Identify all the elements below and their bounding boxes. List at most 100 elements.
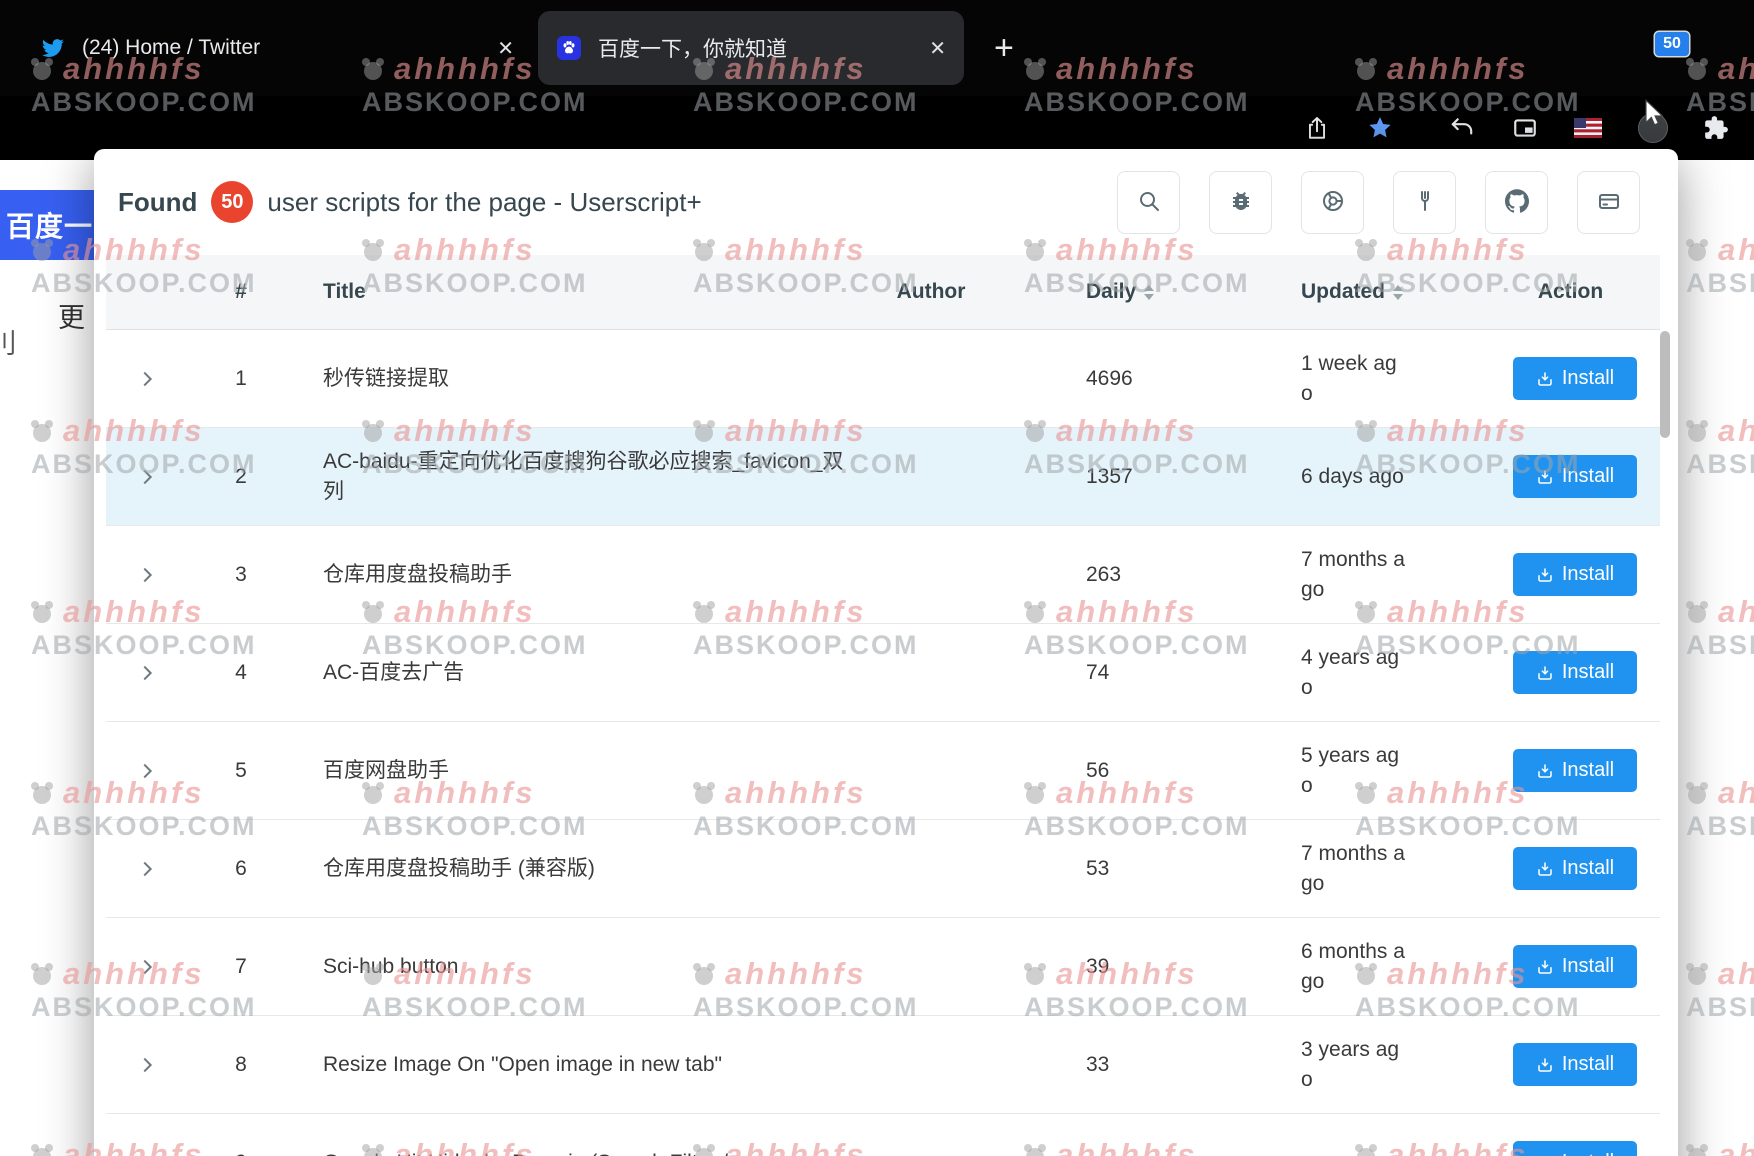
userscript-plus-popup: Found 50 user scripts for the page - Use…: [94, 149, 1678, 1156]
header-daily-sort[interactable]: Daily: [1001, 280, 1236, 304]
expand-chevron-icon[interactable]: [136, 662, 158, 684]
expand-chevron-icon[interactable]: [136, 368, 158, 390]
script-title[interactable]: 仓库用度盘投稿助手: [291, 560, 861, 590]
install-icon: [1536, 664, 1554, 682]
script-title[interactable]: Sci-hub button: [291, 952, 861, 982]
install-button[interactable]: Install: [1513, 455, 1637, 498]
bug-report-button[interactable]: [1209, 171, 1272, 234]
header-action: Action: [1481, 280, 1660, 304]
table-header-row: # Title Author Daily Updated Action: [106, 255, 1660, 330]
row-index: 6: [191, 857, 291, 881]
install-button[interactable]: Install: [1513, 847, 1637, 890]
install-icon: [1536, 566, 1554, 584]
install-button[interactable]: Install: [1513, 651, 1637, 694]
popup-header: Found 50 user scripts for the page - Use…: [94, 149, 1678, 255]
greasyfork-button[interactable]: [1393, 171, 1456, 234]
popup-toolbar: [1117, 171, 1640, 234]
tab-close-icon[interactable]: ✕: [497, 36, 514, 61]
install-icon: [1536, 762, 1554, 780]
daily-installs: 263: [1001, 563, 1236, 587]
install-icon: [1536, 1056, 1554, 1074]
chrome-icon: [1321, 189, 1345, 216]
table-row: 1 秒传链接提取 4696 1 week ago Install: [106, 330, 1660, 428]
bug-icon: [1229, 189, 1253, 216]
install-icon: [1536, 958, 1554, 976]
baidu-icon: [556, 35, 582, 61]
us-flag-icon[interactable]: [1573, 113, 1603, 143]
daily-installs: 39: [1001, 955, 1236, 979]
popup-subtitle: user scripts for the page - Userscript+: [267, 187, 701, 218]
twitter-icon: [40, 35, 66, 61]
install-icon: [1536, 370, 1554, 388]
daily-installs: 53: [1001, 857, 1236, 881]
updated-time: 6 days ago: [1236, 462, 1481, 492]
updated-time: 6 months ago: [1236, 937, 1481, 997]
install-button[interactable]: Install: [1513, 553, 1637, 596]
card-icon: [1597, 189, 1621, 216]
script-title[interactable]: Google Hit Hider by Domain (Search Filte…: [291, 1148, 861, 1156]
daily-installs: 33: [1001, 1053, 1236, 1077]
browser-tab-twitter[interactable]: (24) Home / Twitter ✕: [22, 11, 532, 85]
script-title[interactable]: AC-百度去广告: [291, 658, 861, 688]
expand-chevron-icon[interactable]: [136, 956, 158, 978]
page-text-fragment-left: 刂: [0, 322, 17, 361]
github-button[interactable]: [1485, 171, 1548, 234]
install-button[interactable]: Install: [1513, 357, 1637, 400]
row-index: 1: [191, 367, 291, 391]
updated-time: 5 years ago: [1236, 741, 1481, 801]
script-title[interactable]: Resize Image On "Open image in new tab": [291, 1050, 861, 1080]
tab-title: (24) Home / Twitter: [82, 36, 485, 60]
script-title[interactable]: AC-baidu-重定向优化百度搜狗谷歌必应搜索_favicon_双列: [291, 447, 861, 507]
tab-title: 百度一下，你就知道: [598, 33, 917, 63]
search-icon: [1137, 189, 1161, 216]
script-title[interactable]: 秒传链接提取: [291, 364, 861, 394]
found-count-badge: 50: [211, 181, 253, 223]
daily-installs: 56: [1001, 759, 1236, 783]
expand-chevron-icon[interactable]: [136, 1054, 158, 1076]
updated-time: [1236, 1148, 1481, 1156]
bookmark-star-icon[interactable]: [1365, 113, 1395, 143]
row-index: 5: [191, 759, 291, 783]
table-row: 7 Sci-hub button 39 6 months ago Install: [106, 918, 1660, 1016]
picture-in-picture-icon[interactable]: [1510, 113, 1540, 143]
install-button[interactable]: Install: [1513, 749, 1637, 792]
expand-chevron-icon[interactable]: [136, 1152, 158, 1156]
script-title[interactable]: 仓库用度盘投稿助手 (兼容版): [291, 854, 861, 884]
expand-chevron-icon[interactable]: [136, 858, 158, 880]
row-index: 9: [191, 1151, 291, 1156]
browser-tab-baidu[interactable]: 百度一下，你就知道 ✕: [538, 11, 964, 85]
github-icon: [1505, 189, 1529, 216]
sort-icon: [1393, 285, 1403, 300]
extensions-puzzle-icon[interactable]: [1701, 113, 1731, 143]
updated-time: 4 years ago: [1236, 643, 1481, 703]
table-row: 6 仓库用度盘投稿助手 (兼容版) 53 7 months ago Instal…: [106, 820, 1660, 918]
card-button[interactable]: [1577, 171, 1640, 234]
browser-tab-bar: (24) Home / Twitter ✕ 百度一下，你就知道 ✕ +: [0, 0, 1754, 96]
page-text-fragment: 更: [58, 296, 85, 335]
tab-close-icon[interactable]: ✕: [929, 36, 946, 61]
expand-chevron-icon[interactable]: [136, 466, 158, 488]
expand-chevron-icon[interactable]: [136, 760, 158, 782]
sort-icon: [1144, 285, 1154, 300]
header-updated-sort[interactable]: Updated: [1236, 277, 1481, 307]
install-button[interactable]: Install: [1513, 1043, 1637, 1086]
install-button[interactable]: Install: [1513, 945, 1637, 988]
install-button[interactable]: Install: [1513, 1141, 1637, 1156]
updated-time: 7 months ago: [1236, 545, 1481, 605]
table-row: 8 Resize Image On "Open image in new tab…: [106, 1016, 1660, 1114]
expand-chevron-icon[interactable]: [136, 564, 158, 586]
table-row: 9 Google Hit Hider by Domain (Search Fil…: [106, 1114, 1660, 1156]
header-author: Author: [861, 280, 1001, 304]
row-index: 8: [191, 1053, 291, 1077]
new-tab-button[interactable]: +: [994, 31, 1014, 65]
row-index: 7: [191, 955, 291, 979]
row-index: 3: [191, 563, 291, 587]
chrome-store-button[interactable]: [1301, 171, 1364, 234]
undo-arrow-icon[interactable]: [1447, 113, 1477, 143]
share-icon[interactable]: [1302, 113, 1332, 143]
script-title[interactable]: 百度网盘助手: [291, 756, 861, 786]
screenshot-root: 百度一下 更 刂 (24) Home / Twitter ✕ 百度一下，你就知道…: [0, 0, 1754, 1156]
updated-time: 7 months ago: [1236, 839, 1481, 899]
scrollbar-thumb[interactable]: [1660, 331, 1670, 438]
search-button[interactable]: [1117, 171, 1180, 234]
